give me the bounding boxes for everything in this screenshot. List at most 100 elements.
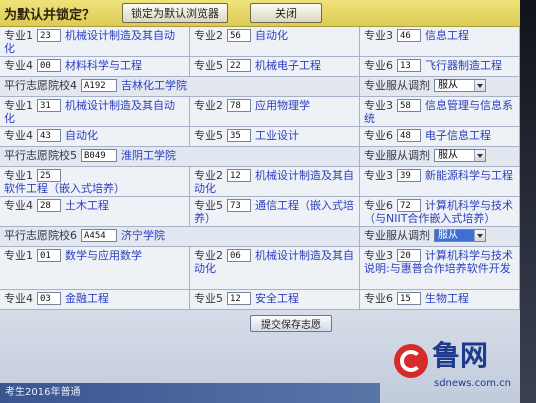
major-1-code-input[interactable] [37,169,61,182]
major-4-code-input[interactable] [37,129,61,142]
major-2-cell: 专业2机械设计制造及其自动化 [190,247,360,290]
major-5-code-input[interactable] [227,59,251,72]
adjust-select[interactable]: 服从 [434,149,486,162]
major-3-code-input[interactable] [397,99,421,112]
major-6-name: 生物工程 [425,292,469,305]
major-1-label: 专业1 [4,169,33,182]
major-2-label: 专业2 [194,99,223,112]
major-3-label: 专业3 [364,169,393,182]
major-row: 专业4 材料科学与工程 专业5 机械电子工程 专业6 飞行器制造工程 [0,57,520,77]
volunteer-form: 专业1机械设计制造及其自动化 专业2 自动化 专业3 信息工程 专业4 材料科学与工程… [0,27,520,336]
school-cell: 平行志愿院校5 淮阴工学院 [0,147,360,167]
major-5-code-input[interactable] [227,129,251,142]
adjust-label: 专业服从调剂 [364,79,430,92]
school-code-input[interactable] [81,79,117,92]
sdnews-logo-icon [394,344,428,378]
adjust-cell: 专业服从调剂 服从 [360,147,520,167]
school-label: 平行志愿院校6 [4,229,77,242]
major-5-cell: 专业5 工业设计 [190,127,360,147]
major-3-label: 专业3 [364,249,393,262]
adjust-select-value: 服从 [438,150,458,161]
lock-default-browser-button[interactable]: 锁定为默认浏览器 [122,3,228,23]
major-5-cell: 专业5 机械电子工程 [190,57,360,77]
major-4-cell: 专业4 土木工程 [0,197,190,227]
chevron-down-icon [474,150,485,161]
major-6-code-input[interactable] [397,129,421,142]
major-4-name: 材料科学与工程 [65,59,142,72]
major-2-code-input[interactable] [227,99,251,112]
adjust-label: 专业服从调剂 [364,149,430,162]
major-6-code-input[interactable] [397,59,421,72]
major-1-name: 数学与应用数学 [65,249,142,262]
major-6-cell: 专业6 电子信息工程 [360,127,520,147]
major-3-label: 专业3 [364,99,393,112]
major-1-cell: 专业1软件工程（嵌入式培养） [0,167,190,197]
major-3-name: 信息工程 [425,29,469,42]
major-1-code-input[interactable] [37,249,61,262]
major-4-name: 土木工程 [65,199,109,212]
major-row: 专业4 自动化 专业5 工业设计 专业6 电子信息工程 [0,127,520,147]
major-1-label: 专业1 [4,29,33,42]
major-1-code-input[interactable] [37,99,61,112]
major-5-cell: 专业5通信工程（嵌入式培养） [190,197,360,227]
major-2-label: 专业2 [194,249,223,262]
major-2-code-input[interactable] [227,169,251,182]
major-2-code-input[interactable] [227,29,251,42]
major-3-code-input[interactable] [397,249,421,262]
school-row: 平行志愿院校6 济宁学院 专业服从调剂服从 [0,227,520,247]
major-4-code-input[interactable] [37,292,61,305]
major-row: 专业1机械设计制造及其自动化 专业2 应用物理学 专业3信息管理与信息系统 [0,97,520,127]
major-5-label: 专业5 [194,59,223,72]
major-1-cell: 专业1机械设计制造及其自动化 [0,97,190,127]
major-4-cell: 专业4 金融工程 [0,290,190,310]
major-5-label: 专业5 [194,129,223,142]
major-4-name: 自动化 [65,129,98,142]
major-2-label: 专业2 [194,29,223,42]
major-5-label: 专业5 [194,292,223,305]
major-4-code-input[interactable] [37,199,61,212]
major-1-cell: 专业1机械设计制造及其自动化 [0,27,190,57]
school-name: 吉林化工学院 [121,79,187,92]
major-5-code-input[interactable] [227,292,251,305]
major-1-label: 专业1 [4,249,33,262]
close-button[interactable]: 关闭 [250,3,322,23]
school-name: 淮阴工学院 [121,149,176,162]
major-2-label: 专业2 [194,169,223,182]
major-row: 专业1软件工程（嵌入式培养） 专业2机械设计制造及其自动化 专业3 新能源科学与工… [0,167,520,197]
school-code-input[interactable] [81,229,117,242]
watermark-brand: 鲁网 [432,339,489,372]
monitor-bezel [520,0,536,403]
adjust-select[interactable]: 服从 [434,79,486,92]
chevron-down-icon [474,230,485,241]
major-6-name: 电子信息工程 [425,129,491,142]
major-6-label: 专业6 [364,59,393,72]
major-3-code-input[interactable] [397,169,421,182]
school-cell: 平行志愿院校6 济宁学院 [0,227,360,247]
major-row: 专业4 土木工程 专业5通信工程（嵌入式培养） 专业6计算机科学与技术（与NIIT… [0,197,520,227]
major-4-code-input[interactable] [37,59,61,72]
major-4-label: 专业4 [4,129,33,142]
major-5-name: 安全工程 [255,292,299,305]
lock-prompt: 为默认并锁定？ [4,7,96,23]
major-4-name: 金融工程 [65,292,109,305]
major-2-cell: 专业2 自动化 [190,27,360,57]
major-5-code-input[interactable] [227,199,251,212]
major-6-code-input[interactable] [397,199,421,212]
major-3-code-input[interactable] [397,29,421,42]
major-6-code-input[interactable] [397,292,421,305]
taskbar-item[interactable]: 考生2016年普通 [5,387,80,398]
lock-browser-bar: 为默认并锁定？ 锁定为默认浏览器 关闭 [0,0,520,27]
major-1-cell: 专业1 数学与应用数学 [0,247,190,290]
major-1-label: 专业1 [4,99,33,112]
major-6-label: 专业6 [364,199,393,212]
adjust-select[interactable]: 服从 [434,229,486,242]
major-1-code-input[interactable] [37,29,61,42]
submit-volunteer-button[interactable]: 提交保存志愿 [250,314,332,332]
major-3-name: 新能源科学与工程 [425,169,513,182]
school-cell: 平行志愿院校4 吉林化工学院 [0,77,360,97]
school-code-input[interactable] [81,149,117,162]
major-2-code-input[interactable] [227,249,251,262]
major-6-label: 专业6 [364,292,393,305]
major-6-label: 专业6 [364,129,393,142]
major-2-cell: 专业2机械设计制造及其自动化 [190,167,360,197]
